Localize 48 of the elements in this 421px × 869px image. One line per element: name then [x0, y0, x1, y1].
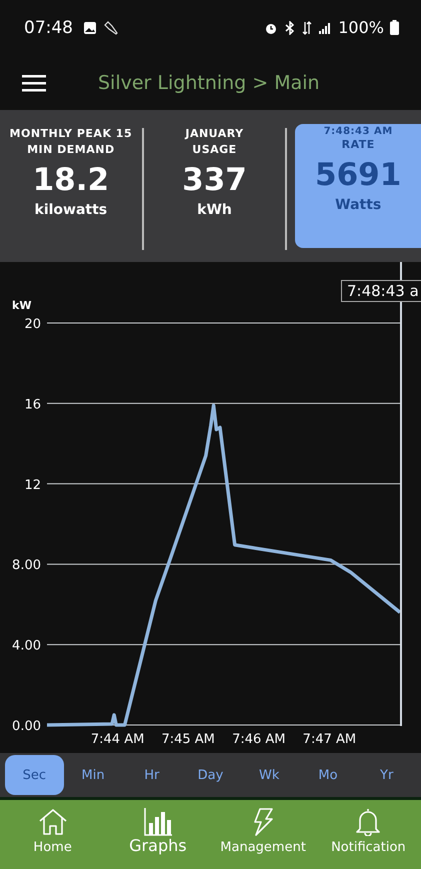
y-tick-label: 0.00 — [12, 719, 41, 734]
stat-time: 7:48:43 AM — [324, 126, 393, 137]
stat-unit: kilowatts — [34, 202, 108, 218]
stat-label: JANUARY USAGE — [184, 126, 245, 158]
stat-value: 337 — [182, 161, 247, 200]
menu-icon[interactable] — [22, 74, 46, 92]
stat-value: 5691 — [315, 156, 402, 195]
nav-label[interactable]: Home — [33, 840, 72, 855]
range-tab[interactable]: Yr — [357, 755, 416, 795]
range-tab[interactable]: Day — [181, 755, 240, 795]
battery-percent: 100% — [338, 18, 384, 37]
battery-icon — [390, 20, 399, 35]
stat-label: MONTHLY PEAK 15 MIN DEMAND — [8, 126, 134, 158]
stat-card[interactable]: 7:48:43 AM RATE 5691 Watts — [295, 124, 421, 248]
y-tick-label: 16 — [24, 397, 41, 412]
bar-chart-icon[interactable] — [142, 808, 173, 836]
signal-icon — [318, 22, 332, 34]
range-tab[interactable]: Sec — [5, 755, 64, 795]
y-tick-label: 12 — [24, 478, 41, 493]
cursor-line[interactable] — [400, 262, 402, 726]
home-icon[interactable] — [38, 808, 68, 836]
data-arrows-icon — [302, 20, 312, 34]
stat-label: RATE — [342, 137, 375, 153]
x-tick-label: 7:46 AM — [232, 732, 286, 747]
y-tick-label: 4.00 — [12, 638, 41, 654]
nav-label[interactable]: Notification — [331, 840, 406, 855]
x-tick-label: 7:44 AM — [90, 732, 144, 747]
cursor-time-tooltip: 7:48:43 a — [341, 280, 421, 302]
y-tick-label: 8.00 — [12, 558, 41, 574]
stat-value: 18.2 — [32, 161, 110, 200]
status-time: 07:48 — [24, 18, 73, 38]
range-tab[interactable]: Hr — [122, 755, 182, 795]
bell-icon[interactable] — [355, 808, 382, 836]
range-tab[interactable]: Wk — [240, 755, 299, 795]
screen-title: Silver Lightning > Main — [98, 72, 320, 94]
nav-label[interactable]: Graphs — [129, 836, 187, 855]
flashlight-icon — [103, 20, 119, 36]
image-icon — [83, 20, 97, 34]
y-tick-label: 20 — [24, 317, 41, 332]
nav-label[interactable]: Management — [220, 840, 306, 855]
stat-unit: Watts — [335, 197, 382, 213]
axis-unit-label: kW — [12, 299, 32, 312]
stat-unit: kWh — [197, 202, 232, 218]
x-tick-label: 7:45 AM — [161, 732, 215, 747]
range-tab[interactable]: Mo — [298, 755, 358, 795]
bluetooth-icon — [284, 20, 296, 34]
x-tick-label: 7:47 AM — [302, 732, 356, 747]
range-tab[interactable]: Min — [64, 755, 122, 795]
